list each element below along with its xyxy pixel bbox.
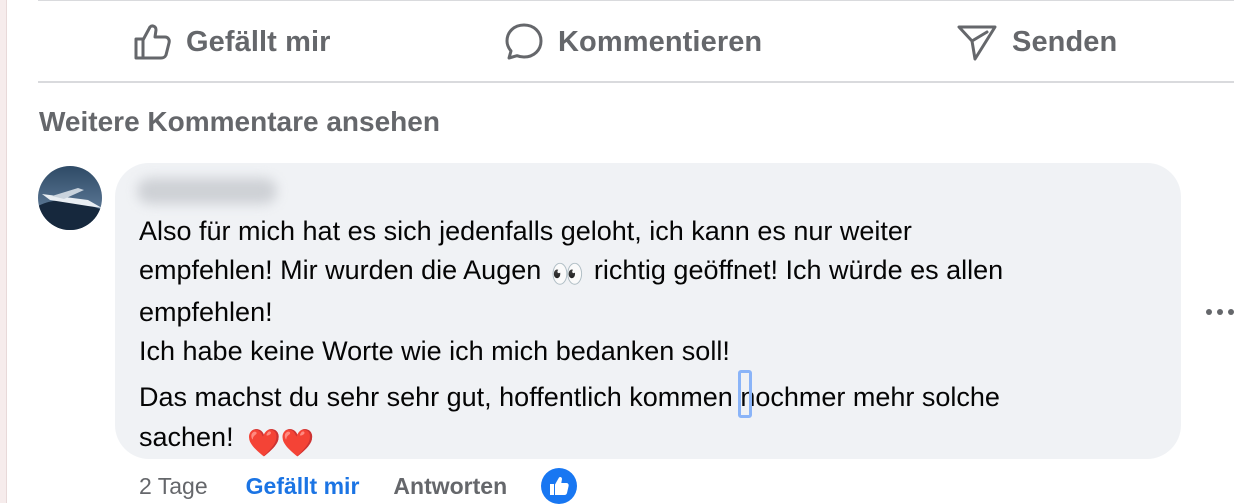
comment-label: Kommentieren <box>558 25 763 58</box>
comment-meta: 2 Tage Gefällt mir Antworten <box>139 468 578 504</box>
comment-button[interactable]: Kommentieren <box>504 21 762 63</box>
comment-fragment: sachen! <box>139 422 234 452</box>
ellipsis-icon <box>1205 303 1235 321</box>
view-more-comments-link[interactable]: Weitere Kommentare ansehen <box>39 106 440 138</box>
section-divider <box>38 81 1234 83</box>
comment-like-button[interactable]: Gefällt mir <box>246 473 360 500</box>
comment-fragment: Das machst du sehr sehr gut, hoffentlich… <box>139 382 733 412</box>
comment-line: Das machst du sehr sehr gut, hoffentlich… <box>139 370 1169 418</box>
window-edge <box>0 0 7 503</box>
thumbs-up-reaction-icon[interactable] <box>541 468 578 504</box>
comment-line: Also für mich hat es sich jedenfalls gel… <box>139 216 912 246</box>
send-button[interactable]: Senden <box>956 21 1117 63</box>
comment-line: empfehlen! <box>139 297 273 327</box>
avatar[interactable] <box>38 166 102 230</box>
comment-line: Ich habe keine Worte wie ich mich bedank… <box>139 335 730 366</box>
comment-reply-button[interactable]: Antworten <box>393 473 507 500</box>
comment-line: sachen! ❤️❤️ <box>139 418 1169 463</box>
text-cursor <box>738 370 753 418</box>
post-action-bar: Gefällt mir Kommentieren Senden <box>38 1 1234 81</box>
comment-bubble: Also für mich hat es sich jedenfalls gel… <box>115 163 1181 459</box>
hearts-emoji: ❤️❤️ <box>247 428 315 458</box>
comment-text: Also für mich hat es sich jedenfalls gel… <box>139 212 1169 463</box>
send-label: Senden <box>1012 25 1118 58</box>
eyes-emoji: 👀 <box>550 258 585 289</box>
comment-fragment: richtig geöffnet! Ich würde es allen <box>593 254 1004 285</box>
more-options-button[interactable] <box>1204 298 1236 326</box>
comment-fragment: nochmer mehr solche <box>740 382 1000 412</box>
paper-plane-icon <box>956 22 998 62</box>
speech-bubble-icon <box>504 22 544 62</box>
like-label: Gefällt mir <box>186 25 331 58</box>
comment-line: empfehlen! Mir wurden die Augen 👀 richti… <box>139 251 1169 294</box>
comment-fragment: empfehlen! Mir wurden die Augen <box>139 254 542 285</box>
author-name-blurred[interactable] <box>137 178 277 204</box>
thumbs-up-icon <box>132 22 172 62</box>
like-button[interactable]: Gefällt mir <box>132 21 331 63</box>
comment-timestamp[interactable]: 2 Tage <box>139 473 208 500</box>
